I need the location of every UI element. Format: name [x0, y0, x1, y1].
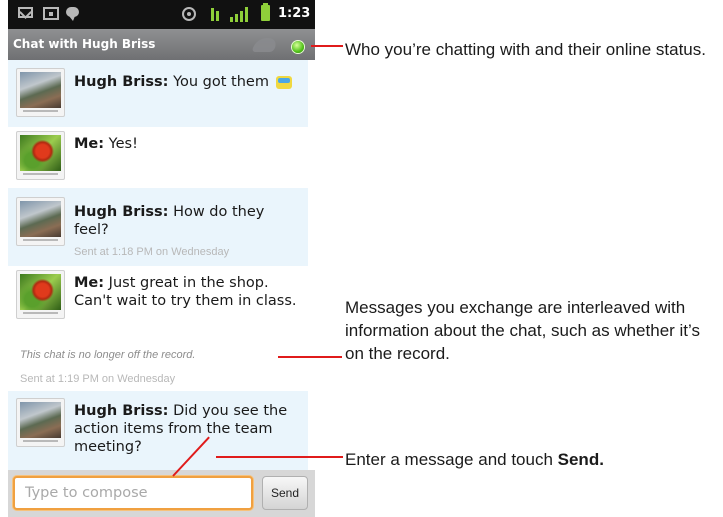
chat-title-bar: Chat with Hugh Briss: [8, 29, 315, 60]
avatar: [16, 398, 65, 447]
message-text: Hugh Briss: You got them: [74, 73, 304, 91]
clock: 1:23: [278, 6, 311, 21]
message-text: Me: Just great in the shop. Can't wait t…: [74, 274, 304, 310]
chat-bubble-icon: [251, 38, 279, 52]
message-item: Me: Just great in the shop. Can't wait t…: [8, 266, 308, 343]
avatar: [16, 270, 65, 319]
sent-timestamp: Sent at 1:19 PM on Wednesday: [20, 373, 176, 385]
callout-line-messages: [278, 356, 342, 358]
gps-icon: [182, 7, 196, 21]
message-text: Hugh Briss: How do they feel?: [74, 203, 289, 239]
message-text: Hugh Briss: Did you see the action items…: [74, 402, 304, 456]
message-timestamp: Sent at 1:18 PM on Wednesday: [74, 246, 230, 258]
message-body: You got them: [173, 74, 269, 90]
annotation-compose-send: Send.: [557, 450, 604, 469]
message-sender: Hugh Briss:: [74, 403, 169, 419]
message-text: Me: Yes!: [74, 135, 304, 153]
online-status-icon: [292, 41, 304, 53]
record-status-notice: This chat is no longer off the record.: [20, 349, 196, 361]
message-item: Hugh Briss: How do they feel? Sent at 1:…: [8, 188, 308, 266]
message-item: Hugh Briss: You got them: [8, 60, 308, 127]
gmail-notification-icon: [18, 7, 33, 18]
message-sender: Me:: [74, 275, 105, 291]
compose-bar: Send: [8, 470, 315, 517]
smiley-icon: [275, 75, 292, 89]
message-sender: Hugh Briss:: [74, 204, 169, 220]
status-bar: 1:23: [8, 0, 315, 29]
phone-screen: 1:23 Chat with Hugh Briss Hugh Briss: Yo…: [8, 0, 315, 517]
avatar: [16, 131, 65, 180]
message-item: Me: Yes!: [8, 127, 308, 188]
callout-line-status: [311, 45, 343, 47]
annotation-status: Who you’re chatting with and their onlin…: [345, 40, 706, 59]
notification-icon: [43, 7, 59, 20]
send-button[interactable]: Send: [262, 476, 308, 510]
signal-strength-icon: [230, 7, 250, 22]
avatar: [16, 197, 65, 246]
message-body: Just great in the shop. Can't wait to tr…: [74, 275, 297, 309]
message-body: Yes!: [108, 136, 138, 152]
callout-line-compose-horizontal: [216, 456, 343, 458]
message-list[interactable]: Hugh Briss: You got them Me: Yes! Hugh B…: [8, 60, 315, 470]
chat-title: Chat with Hugh Briss: [13, 37, 156, 51]
annotation-messages: Messages you exchange are interleaved wi…: [345, 298, 700, 363]
data-activity-icon: [211, 8, 223, 21]
annotation-compose: Enter a message and touch Send.: [345, 448, 720, 471]
annotation-compose-text: Enter a message and touch: [345, 450, 558, 469]
message-sender: Me:: [74, 136, 105, 152]
message-sender: Hugh Briss:: [74, 74, 169, 90]
compose-input[interactable]: [13, 476, 253, 510]
talk-notification-icon: [66, 7, 79, 21]
battery-icon: [261, 3, 270, 21]
avatar: [16, 68, 65, 117]
message-item: Hugh Briss: Did you see the action items…: [8, 391, 308, 470]
